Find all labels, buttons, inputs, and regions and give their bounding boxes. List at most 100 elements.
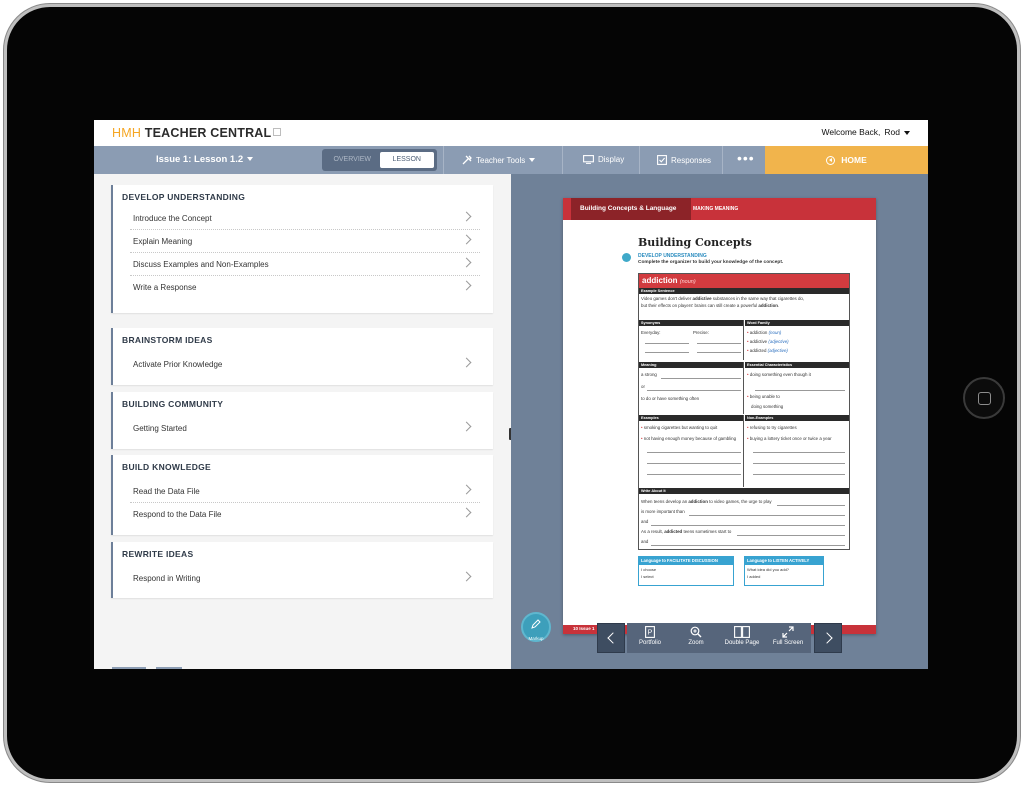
lesson-item[interactable]: Getting Started [130, 417, 480, 440]
write-text: As a result, [641, 529, 665, 534]
non-example-item: • buying a lottery ticket once or twice … [747, 436, 832, 441]
example-text: . [777, 303, 780, 308]
issue-selector[interactable]: Issue 1: Lesson 1.2 [156, 154, 254, 165]
nav-divider [639, 146, 640, 174]
viewer-toolbar: P Portfolio Zoom Double Page Full Screen [627, 623, 811, 653]
lesson-item-label: Write a Response [133, 283, 197, 292]
lesson-item[interactable]: Discuss Examples and Non-Examples [130, 253, 480, 276]
responses-button[interactable]: Responses [657, 155, 711, 165]
blank-line [647, 390, 741, 391]
chevron-down-icon [529, 158, 536, 162]
family-pos: (noun) [768, 330, 782, 335]
lesson-item[interactable]: Read the Data File [130, 480, 480, 503]
example-item-text: not having enough money because of gambl… [643, 436, 737, 441]
page-instructions: Complete the organizer to build your kno… [638, 260, 784, 265]
screen: HMH TEACHER CENTRAL Welcome Back, Rod Iss… [94, 120, 928, 669]
page-band-subtitle: MAKING MEANING [693, 206, 739, 212]
example-item: • not having enough money because of gam… [641, 436, 737, 441]
lesson-outline-panel: DEVELOP UNDERSTANDING Introduce the Conc… [94, 174, 511, 669]
portfolio-button[interactable]: P Portfolio [627, 623, 673, 653]
meaning-text: or [641, 384, 645, 389]
home-button[interactable]: HOME [765, 146, 928, 174]
word-family-item: • addiction (noun) [747, 330, 782, 335]
precise-label: Precise: [693, 330, 709, 335]
nav-divider [443, 146, 444, 174]
chevron-right-icon [461, 257, 472, 268]
page-number: 10 Issue 1 [573, 626, 595, 631]
next-page-button[interactable] [814, 623, 842, 653]
lesson-item-label: Explain Meaning [133, 237, 193, 246]
write-text: to video games, the urge to play [707, 499, 772, 504]
teacher-tools-button[interactable]: Teacher Tools [462, 155, 536, 165]
vocab-word: addiction (noun) [639, 274, 849, 288]
full-screen-button[interactable]: Full Screen [765, 623, 811, 653]
lesson-item-label: Respond to the Data File [133, 510, 222, 519]
welcome-text: Welcome Back, [821, 127, 881, 137]
lesson-item[interactable]: Respond to the Data File [130, 503, 480, 526]
write-text: teens sometimes start to [682, 529, 732, 534]
portfolio-icon: P [645, 626, 655, 638]
family-word: addictive [749, 339, 768, 344]
non-example-item: • refusing to try cigarettes [747, 425, 797, 430]
section-card: BUILDING COMMUNITY Getting Started [111, 392, 493, 449]
meaning-text: a strong [641, 372, 657, 377]
section-card: REWRITE IDEAS Respond in Writing [111, 542, 493, 598]
example-item-text: smoking cigarettes but wanting to quit [643, 425, 718, 430]
blank-line [755, 390, 845, 391]
display-icon [583, 155, 594, 164]
write-about-it-heading: Write About It [639, 488, 849, 494]
write-text-bold: addicted [664, 529, 683, 534]
family-pos: (adjective) [768, 339, 789, 344]
lesson-item-label: Getting Started [133, 424, 187, 433]
page-subtitle: DEVELOP UNDERSTANDING [638, 253, 707, 259]
chevron-right-icon [461, 484, 472, 495]
lesson-item[interactable]: Write a Response [130, 276, 480, 299]
blank-line [651, 545, 845, 546]
section-title: DEVELOP UNDERSTANDING [122, 192, 246, 202]
write-text: is more important than [641, 509, 685, 514]
blank-line [737, 535, 845, 536]
back-arrow-icon [826, 155, 836, 165]
characteristic-item: • doing something even though it [747, 372, 811, 377]
everyday-label: Everyday: [641, 330, 661, 335]
word-family-heading: Word Family [745, 320, 849, 326]
display-button[interactable]: Display [583, 155, 624, 164]
blank-line [651, 525, 845, 526]
example-text: but their effects on players' brains can… [641, 303, 759, 308]
previous-page-button[interactable] [597, 623, 625, 653]
chevron-right-icon [461, 234, 472, 245]
lesson-item[interactable]: Introduce the Concept [130, 207, 480, 230]
example-sentence-line: Video games don't deliver addictive subs… [641, 296, 804, 301]
tablet-home-button[interactable] [963, 377, 1005, 419]
lesson-item-label: Read the Data File [133, 487, 200, 496]
partial-footer-element [112, 667, 146, 669]
write-text-bold: addiction [688, 499, 708, 504]
non-example-text: refusing to try cigarettes [749, 425, 797, 430]
word-organizer: addiction (noun) Example Sentence Video … [638, 273, 850, 550]
issue-label: Issue 1: Lesson 1.2 [156, 154, 244, 165]
tab-overview[interactable]: OVERVIEW [325, 152, 380, 168]
write-line: As a result, addicted teens sometimes st… [641, 529, 731, 534]
more-menu-button[interactable]: ••• [737, 151, 755, 165]
blank-line [689, 515, 845, 516]
lesson-item[interactable]: Activate Prior Knowledge [130, 353, 480, 376]
brand-logo[interactable]: HMH TEACHER CENTRAL [112, 126, 282, 140]
lesson-item[interactable]: Respond in Writing [130, 567, 480, 590]
markup-button[interactable]: Markup [521, 612, 551, 642]
user-menu[interactable]: Welcome Back, Rod [822, 127, 910, 137]
blank-line [753, 474, 845, 475]
page-header-band: Building Concepts & Language MAKING MEAN… [563, 198, 876, 220]
tools-icon [462, 155, 472, 165]
word-family-item: • addictive (adjective) [747, 339, 789, 344]
zoom-button[interactable]: Zoom [673, 623, 719, 653]
write-text: and [641, 519, 649, 524]
discussion-callout: Language to FACILITATE DISCUSSION I choo… [638, 556, 734, 586]
lesson-item[interactable]: Explain Meaning [130, 230, 480, 253]
double-page-button[interactable]: Double Page [719, 623, 765, 653]
nav-divider [562, 146, 563, 174]
chevron-right-icon [821, 632, 833, 644]
chevron-right-icon [461, 421, 472, 432]
chevron-right-icon [461, 507, 472, 518]
write-line: When teens develop an addiction to video… [641, 499, 772, 504]
tab-lesson[interactable]: LESSON [379, 152, 434, 168]
